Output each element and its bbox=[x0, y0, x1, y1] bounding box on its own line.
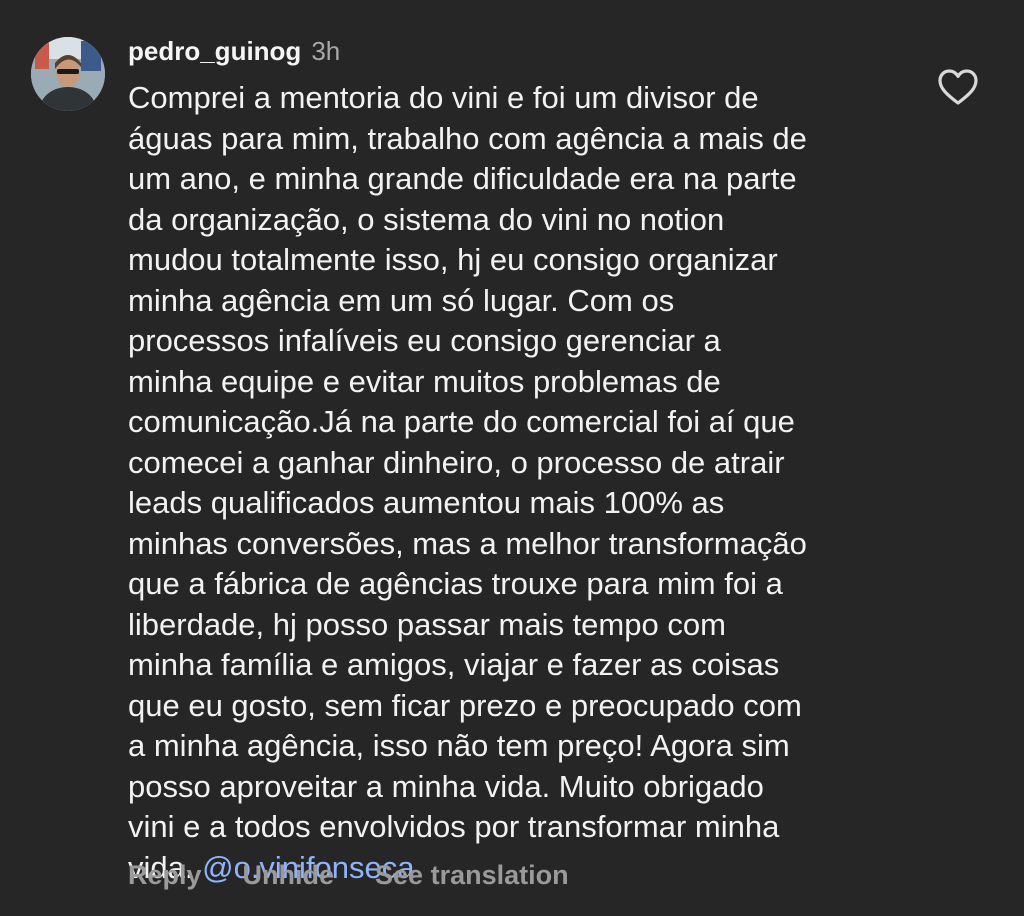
comment-header: pedro_guinog 3h bbox=[128, 36, 340, 68]
like-button[interactable] bbox=[936, 66, 980, 110]
timestamp: 3h bbox=[311, 36, 341, 66]
avatar[interactable] bbox=[31, 37, 105, 111]
heart-outline-icon bbox=[938, 69, 978, 105]
comment-text: Comprei a mentoria do vini e foi um divi… bbox=[128, 78, 908, 888]
username[interactable]: pedro_guinog bbox=[128, 36, 301, 67]
comment-actions: Reply Unhide See translation bbox=[128, 860, 569, 891]
comment-body: Comprei a mentoria do vini e foi um divi… bbox=[128, 80, 807, 885]
reply-button[interactable]: Reply bbox=[128, 860, 202, 891]
see-translation-button[interactable]: See translation bbox=[375, 860, 569, 891]
unhide-button[interactable]: Unhide bbox=[243, 860, 335, 891]
profile-photo bbox=[31, 37, 105, 111]
comment: pedro_guinog 3h Comprei a mentoria do vi… bbox=[0, 0, 1024, 916]
